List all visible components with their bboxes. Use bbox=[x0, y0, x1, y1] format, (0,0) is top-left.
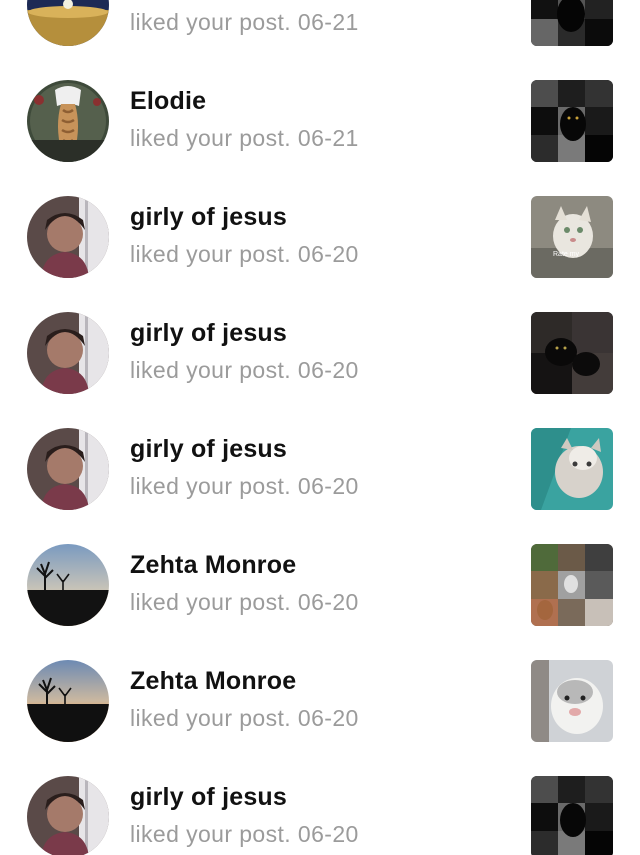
post-thumbnail[interactable] bbox=[531, 544, 613, 626]
notification-row[interactable]: Elodie liked your post. 06-21 bbox=[0, 80, 640, 196]
post-thumbnail[interactable] bbox=[531, 80, 613, 162]
avatar[interactable] bbox=[27, 80, 109, 162]
notification-row[interactable]: liked your post. 06-21 bbox=[0, 0, 640, 80]
avatar[interactable] bbox=[27, 312, 109, 394]
notification-text: liked your post. 06-20 bbox=[130, 589, 359, 615]
user-name[interactable]: girly of jesus bbox=[130, 203, 287, 232]
user-name[interactable]: Zehta Monroe bbox=[130, 551, 296, 580]
notification-row[interactable]: girly of jesus liked your post. 06-20 bbox=[0, 776, 640, 855]
notification-date: 06-20 bbox=[297, 705, 359, 731]
notification-row[interactable]: girly of jesus liked your post. 06-20 bbox=[0, 428, 640, 544]
avatar[interactable] bbox=[27, 0, 109, 46]
avatar[interactable] bbox=[27, 196, 109, 278]
user-name[interactable]: girly of jesus bbox=[130, 319, 287, 348]
post-thumbnail[interactable] bbox=[531, 312, 613, 394]
notification-date: 06-21 bbox=[297, 125, 359, 151]
notification-date: 06-20 bbox=[297, 821, 359, 847]
notification-text: liked your post. 06-20 bbox=[130, 821, 359, 847]
user-name[interactable]: Elodie bbox=[130, 87, 206, 116]
notification-date: 06-20 bbox=[297, 473, 359, 499]
notification-date: 06-20 bbox=[297, 589, 359, 615]
post-thumbnail[interactable] bbox=[531, 660, 613, 742]
post-thumbnail[interactable] bbox=[531, 428, 613, 510]
notification-row[interactable]: girly of jesus liked your post. 06-20 bbox=[0, 312, 640, 428]
notification-text: liked your post. 06-20 bbox=[130, 473, 359, 499]
notification-text: liked your post. 06-20 bbox=[130, 357, 359, 383]
avatar[interactable] bbox=[27, 776, 109, 855]
notification-row[interactable]: Zehta Monroe liked your post. 06-20 bbox=[0, 660, 640, 776]
post-thumbnail[interactable] bbox=[531, 0, 613, 46]
notification-text: liked your post. 06-21 bbox=[130, 125, 359, 151]
notification-text: liked your post. 06-20 bbox=[130, 705, 359, 731]
notification-row[interactable]: girly of jesus liked your post. 06-20 Ra… bbox=[0, 196, 640, 312]
notification-text: liked your post. 06-21 bbox=[130, 9, 359, 35]
user-name[interactable]: Zehta Monroe bbox=[130, 667, 296, 696]
notification-date: 06-20 bbox=[297, 357, 359, 383]
user-name[interactable]: girly of jesus bbox=[130, 783, 287, 812]
avatar[interactable] bbox=[27, 544, 109, 626]
avatar[interactable] bbox=[27, 660, 109, 742]
notification-list: liked your post. 06-21 Elodie liked your… bbox=[0, 0, 640, 855]
avatar[interactable] bbox=[27, 428, 109, 510]
thumb-caption: Rate my bbox=[553, 251, 580, 258]
notification-date: 06-20 bbox=[297, 241, 359, 267]
post-thumbnail[interactable] bbox=[531, 776, 613, 855]
user-name[interactable]: girly of jesus bbox=[130, 435, 287, 464]
notification-text: liked your post. 06-20 bbox=[130, 241, 359, 267]
post-thumbnail[interactable]: Rate my bbox=[531, 196, 613, 278]
notification-date: 06-21 bbox=[297, 9, 359, 35]
notification-row[interactable]: Zehta Monroe liked your post. 06-20 bbox=[0, 544, 640, 660]
